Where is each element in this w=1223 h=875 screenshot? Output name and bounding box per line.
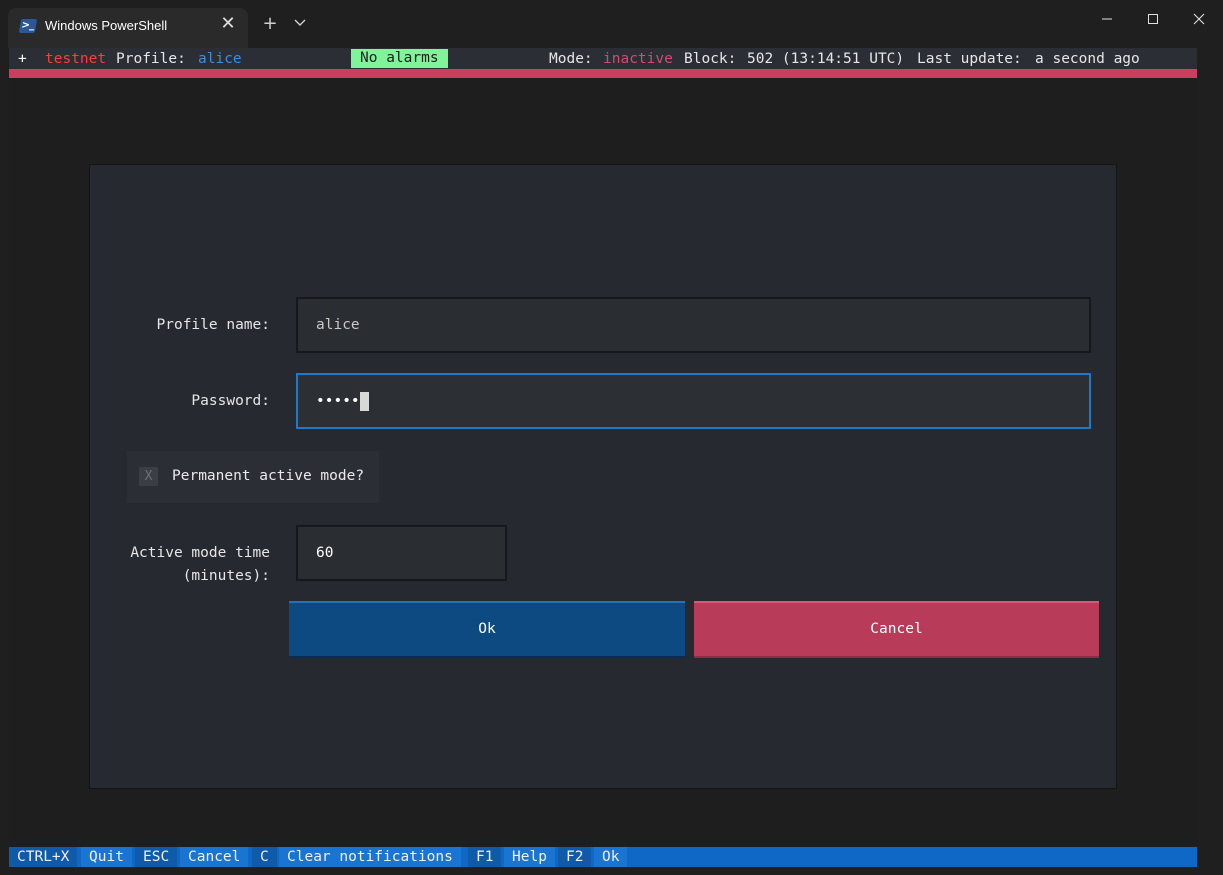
mode-value: inactive xyxy=(603,51,673,67)
shortcut-clear-notifications[interactable]: Clear notifications xyxy=(279,847,461,867)
shortcut-cancel[interactable]: Cancel xyxy=(180,847,249,867)
powershell-icon: >_ xyxy=(18,19,38,33)
maximize-button[interactable] xyxy=(1130,8,1176,34)
plus-icon[interactable]: + xyxy=(18,50,27,68)
title-bar: >_ Windows PowerShell ✕ + xyxy=(0,0,1223,48)
minimize-button[interactable] xyxy=(1084,8,1130,34)
last-update-value: a second ago xyxy=(1035,51,1140,67)
active-mode-time-field[interactable]: 60 xyxy=(296,525,507,581)
status-bar: + testnet Profile: alice No alarms Mode:… xyxy=(9,48,1197,69)
profile-value: alice xyxy=(198,51,242,67)
shortcut-key-ok: F2 xyxy=(558,847,592,867)
profile-name-label: Profile name: xyxy=(156,317,271,333)
close-tab-icon[interactable]: ✕ xyxy=(218,14,238,34)
ok-button[interactable]: Ok xyxy=(289,601,685,658)
profile-dialog: Profile name: alice Password: ••••• X Pe… xyxy=(89,164,1117,789)
password-field[interactable]: ••••• xyxy=(296,373,1091,429)
checkbox-label: Permanent active mode? xyxy=(172,468,365,484)
shortcut-help[interactable]: Help xyxy=(504,847,555,867)
alarms-badge: No alarms xyxy=(351,49,448,68)
terminal-area[interactable]: + testnet Profile: alice No alarms Mode:… xyxy=(9,48,1197,867)
checkbox-box[interactable]: X xyxy=(139,467,158,486)
tab-windows-powershell[interactable]: >_ Windows PowerShell ✕ xyxy=(8,8,248,48)
password-value: ••••• xyxy=(316,393,360,409)
last-update-label: Last update: xyxy=(917,51,1022,67)
block-value: 502 (13:14:51 UTC) xyxy=(747,51,905,67)
profile-label: Profile: xyxy=(116,51,186,67)
network-name: testnet xyxy=(45,51,107,67)
shortcut-quit[interactable]: Quit xyxy=(81,847,132,867)
permanent-active-mode-checkbox[interactable]: X Permanent active mode? xyxy=(127,451,379,503)
scrollbar[interactable] xyxy=(1198,48,1223,875)
shortcut-key-help: F1 xyxy=(468,847,502,867)
shortcut-bar: CTRL+X Quit ESC Cancel C Clear notificat… xyxy=(9,847,1197,867)
mode-label: Mode: xyxy=(549,51,593,67)
shortcut-key-cancel: ESC xyxy=(135,847,178,867)
active-mode-time-label-2: (minutes): xyxy=(182,568,270,584)
profile-name-field[interactable]: alice xyxy=(296,297,1091,353)
shortcut-ok[interactable]: Ok xyxy=(594,847,628,867)
active-mode-time-label-1: Active mode time xyxy=(130,545,270,561)
password-label: Password: xyxy=(191,393,270,409)
tab-title: Windows PowerShell xyxy=(45,18,168,33)
text-cursor xyxy=(359,391,369,411)
cancel-button[interactable]: Cancel xyxy=(694,601,1099,658)
close-window-button[interactable] xyxy=(1176,8,1222,34)
block-label: Block: xyxy=(684,51,737,67)
shortcut-key-clear: C xyxy=(252,847,277,867)
chevron-down-icon[interactable] xyxy=(290,14,310,34)
shortcut-key-quit: CTRL+X xyxy=(9,847,78,867)
new-tab-button[interactable]: + xyxy=(260,14,280,34)
status-divider xyxy=(9,69,1197,78)
